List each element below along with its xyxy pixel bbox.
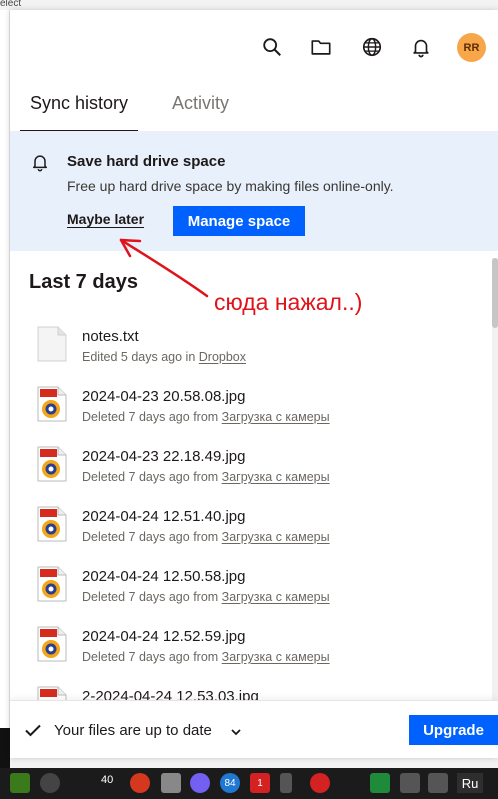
file-item[interactable]: 2024-04-24 12.51.40.jpg Deleted 7 days ag… xyxy=(10,502,490,562)
check-icon xyxy=(24,721,42,739)
file-meta: Deleted 7 days ago from Загрузка с камер… xyxy=(82,470,330,484)
app-icon[interactable] xyxy=(40,773,60,793)
section-title: Last 7 days xyxy=(29,271,138,293)
file-meta-text: Deleted 7 days ago from xyxy=(82,530,222,544)
temperature-readout: 40 xyxy=(101,774,114,786)
app-icon[interactable] xyxy=(370,773,390,793)
bell-icon xyxy=(30,152,50,172)
file-meta: Edited 5 days ago in Dropbox xyxy=(82,350,246,364)
file-item[interactable]: notes.txt Edited 5 days ago in Dropbox xyxy=(10,322,490,382)
chevron-down-icon[interactable] xyxy=(230,725,242,737)
file-meta-text: Deleted 7 days ago from xyxy=(82,470,222,484)
file-name[interactable]: 2024-04-23 20.58.08.jpg xyxy=(82,388,245,405)
upgrade-button[interactable]: Upgrade xyxy=(409,715,498,745)
file-item[interactable]: 2024-04-24 12.52.59.jpg Deleted 7 days ag… xyxy=(10,622,490,682)
jpg-file-icon xyxy=(37,506,67,542)
viber-icon[interactable] xyxy=(190,773,210,793)
search-icon[interactable] xyxy=(261,36,283,58)
mega-icon[interactable] xyxy=(310,773,330,793)
jpg-file-icon xyxy=(37,446,67,482)
file-meta: Deleted 7 days ago from Загрузка с камер… xyxy=(82,590,330,604)
sync-status[interactable]: Your files are up to date xyxy=(54,722,212,739)
file-meta-text: Edited 5 days ago in xyxy=(82,350,199,364)
status-footer: Your files are up to date Upgrade xyxy=(10,700,498,758)
usb-icon[interactable] xyxy=(280,773,292,793)
app-icon[interactable] xyxy=(161,773,181,793)
tab-bar: Sync history Activity xyxy=(10,80,498,132)
file-location-link[interactable]: Загрузка с камеры xyxy=(222,650,330,664)
maybe-later-button[interactable]: Maybe later xyxy=(67,211,144,227)
taskbar: 40 84 1 Ru xyxy=(0,768,498,799)
file-name[interactable]: 2024-04-24 12.51.40.jpg xyxy=(82,508,245,525)
file-location-link[interactable]: Загрузка с камеры xyxy=(222,530,330,544)
scrollbar-thumb[interactable] xyxy=(492,258,498,328)
file-meta: Deleted 7 days ago from Загрузка с камер… xyxy=(82,410,330,424)
jpg-file-icon xyxy=(37,626,67,662)
file-meta: Deleted 7 days ago from Загрузка с камер… xyxy=(82,530,330,544)
save-space-banner: Save hard drive space Free up hard drive… xyxy=(10,131,498,251)
dropbox-tray-icon[interactable]: 1 xyxy=(250,773,270,793)
file-item[interactable]: 2024-04-24 12.50.58.jpg Deleted 7 days ag… xyxy=(10,562,490,622)
file-meta-text: Deleted 7 days ago from xyxy=(82,650,222,664)
background-block xyxy=(0,728,10,768)
file-meta-text: Deleted 7 days ago from xyxy=(82,590,222,604)
file-location-link[interactable]: Загрузка с камеры xyxy=(222,470,330,484)
file-location-link[interactable]: Загрузка с камеры xyxy=(222,590,330,604)
tab-activity[interactable]: Activity xyxy=(172,93,229,132)
tomato-icon[interactable] xyxy=(130,773,150,793)
file-meta-text: Deleted 7 days ago from xyxy=(82,410,222,424)
file-name[interactable]: notes.txt xyxy=(82,328,139,345)
manage-space-button[interactable]: Manage space xyxy=(173,206,305,236)
badge-icon[interactable]: 84 xyxy=(220,773,240,793)
globe-icon[interactable] xyxy=(361,36,383,58)
bell-icon[interactable] xyxy=(410,36,432,58)
network-icon[interactable] xyxy=(400,773,420,793)
jpg-file-icon xyxy=(37,566,67,602)
scrollbar[interactable] xyxy=(492,258,498,713)
top-bar: RR xyxy=(10,10,498,80)
text-file-icon xyxy=(37,326,67,362)
banner-text: Free up hard drive space by making files… xyxy=(67,178,394,194)
banner-title: Save hard drive space xyxy=(67,153,226,170)
handwritten-annotation: сюда нажал..) xyxy=(214,289,363,315)
tab-sync-history[interactable]: Sync history xyxy=(20,93,139,132)
dropbox-popup: RR Sync history Activity Save hard drive… xyxy=(10,10,498,758)
file-location-link[interactable]: Загрузка с камеры xyxy=(222,410,330,424)
jpg-file-icon xyxy=(37,386,67,422)
language-indicator[interactable]: Ru xyxy=(457,773,483,793)
file-item[interactable]: 2024-04-23 22.18.49.jpg Deleted 7 days ag… xyxy=(10,442,490,502)
background-window-edge xyxy=(0,10,10,780)
file-meta: Deleted 7 days ago from Загрузка с камер… xyxy=(82,650,330,664)
avatar[interactable]: RR xyxy=(457,33,486,62)
file-name[interactable]: 2024-04-24 12.50.58.jpg xyxy=(82,568,245,585)
background-window-text: elect xyxy=(0,0,22,9)
file-name[interactable]: 2024-04-24 12.52.59.jpg xyxy=(82,628,245,645)
file-item[interactable]: 2024-04-23 20.58.08.jpg Deleted 7 days ag… xyxy=(10,382,490,442)
file-name[interactable]: 2024-04-23 22.18.49.jpg xyxy=(82,448,245,465)
nvidia-icon[interactable] xyxy=(10,773,30,793)
file-location-link[interactable]: Dropbox xyxy=(199,350,246,364)
volume-icon[interactable] xyxy=(428,773,448,793)
folder-icon[interactable] xyxy=(310,36,332,58)
